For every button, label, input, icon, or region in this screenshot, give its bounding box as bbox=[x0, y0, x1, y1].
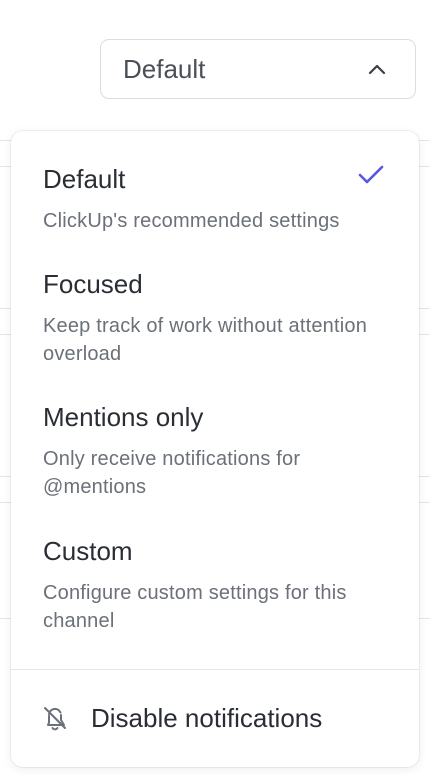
select-value: Default bbox=[123, 53, 206, 84]
option-description: Only receive notifications for @mentions bbox=[43, 448, 301, 498]
option-title: Mentions only bbox=[43, 402, 204, 432]
option-mentions-only[interactable]: Mentions only Only receive notifications… bbox=[11, 401, 419, 501]
option-focused[interactable]: Focused Keep track of work without atten… bbox=[11, 268, 419, 368]
check-icon bbox=[357, 163, 385, 187]
disable-notifications-label: Disable notifications bbox=[91, 703, 323, 733]
option-title: Default bbox=[43, 164, 126, 194]
option-description: Keep track of work without attention ove… bbox=[43, 315, 368, 365]
chevron-up-icon bbox=[367, 59, 387, 79]
option-title: Custom bbox=[43, 536, 133, 566]
notification-level-select[interactable]: Default bbox=[100, 39, 416, 99]
notification-options-menu: Default ClickUp's recommended settings F… bbox=[11, 131, 419, 767]
bell-off-icon bbox=[41, 704, 69, 734]
option-title: Focused bbox=[43, 269, 143, 299]
option-custom[interactable]: Custom Configure custom settings for thi… bbox=[11, 535, 419, 635]
disable-notifications-button[interactable]: Disable notifications bbox=[11, 670, 419, 767]
option-description: ClickUp's recommended settings bbox=[43, 210, 340, 232]
option-description: Configure custom settings for this chann… bbox=[43, 582, 347, 632]
